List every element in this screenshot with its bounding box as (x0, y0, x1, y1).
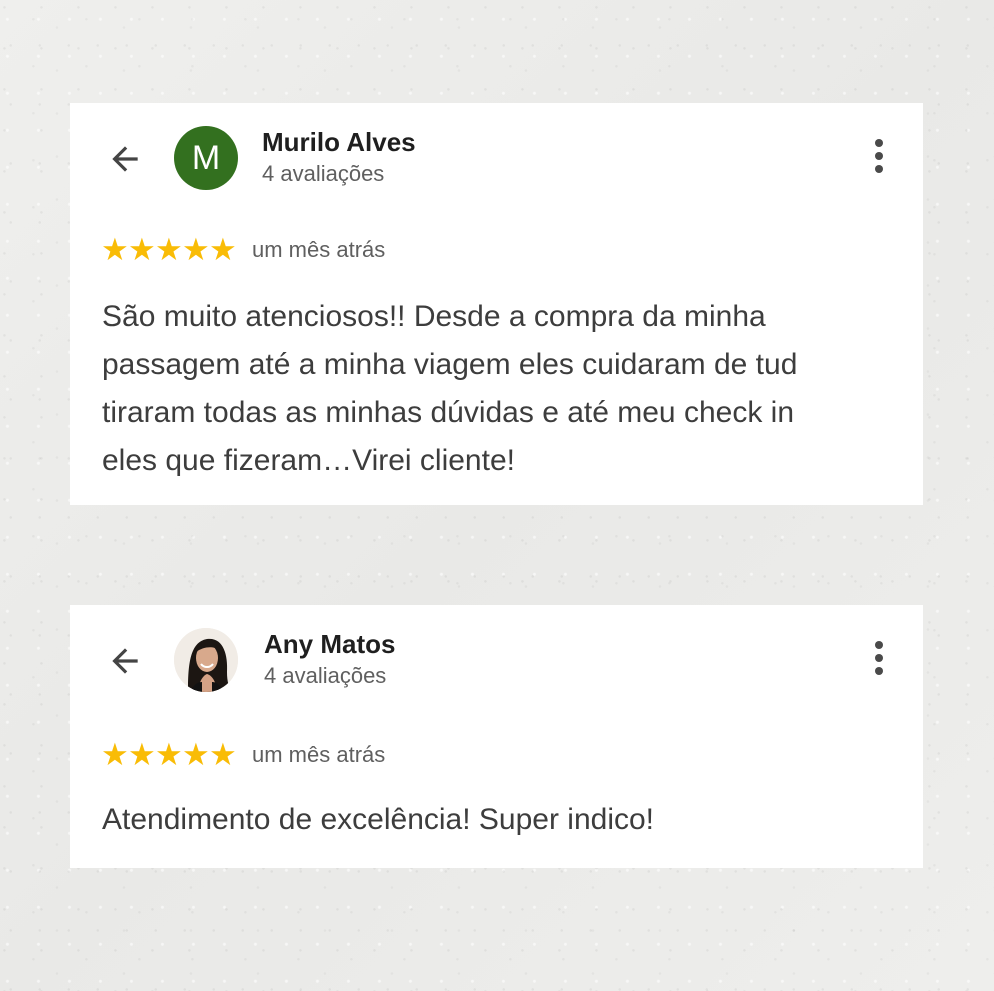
rating-row: ★ ★ ★ ★ ★ um mês atrás (101, 739, 385, 771)
review-time: um mês atrás (252, 742, 386, 767)
review-text-line: Atendimento de excelência! Super indico! (102, 803, 655, 836)
star-icon: ★ (209, 232, 237, 268)
reviewer-review-count: 4 avaliações (264, 663, 387, 688)
star-icon: ★ (128, 737, 156, 773)
more-vert-icon[interactable] (873, 641, 885, 679)
star-icon: ★ (182, 737, 210, 773)
star-icon: ★ (155, 232, 183, 268)
review-text-line: passagem até a minha viagem eles cuidara… (102, 348, 798, 381)
more-vert-icon[interactable] (873, 139, 885, 177)
star-icon: ★ (182, 232, 210, 268)
avatar[interactable] (174, 628, 238, 692)
review-text-line: eles que fizeram…Virei cliente! (102, 444, 515, 477)
review-text-line: São muito atenciosos!! Desde a compra da… (102, 300, 766, 333)
review-text: São muito atenciosos!! Desde a compra da… (102, 293, 902, 485)
reviewer-review-count: 4 avaliações (262, 161, 385, 186)
star-rating: ★ ★ ★ ★ ★ (101, 737, 237, 773)
star-icon: ★ (209, 737, 237, 773)
arrow-back-icon[interactable] (106, 140, 144, 178)
review-text: Atendimento de excelência! Super indico! (102, 796, 902, 844)
star-icon: ★ (128, 232, 156, 268)
star-icon: ★ (155, 737, 183, 773)
star-icon: ★ (101, 737, 129, 773)
reviewer-name[interactable]: Any Matos (264, 629, 395, 660)
review-card: Any Matos 4 avaliações ★ ★ ★ ★ ★ um mês … (70, 605, 923, 868)
review-text-line: tiraram todas as minhas dúvidas e até me… (102, 396, 795, 429)
review-card: M Murilo Alves 4 avaliações ★ ★ ★ ★ ★ um… (70, 103, 923, 505)
arrow-back-icon[interactable] (106, 642, 144, 680)
rating-row: ★ ★ ★ ★ ★ um mês atrás (101, 234, 385, 266)
star-icon: ★ (101, 232, 129, 268)
avatar[interactable]: M (174, 126, 238, 190)
review-time: um mês atrás (252, 237, 386, 262)
reviewer-name[interactable]: Murilo Alves (262, 127, 416, 158)
avatar-initial: M (191, 139, 221, 177)
star-rating: ★ ★ ★ ★ ★ (101, 232, 237, 268)
